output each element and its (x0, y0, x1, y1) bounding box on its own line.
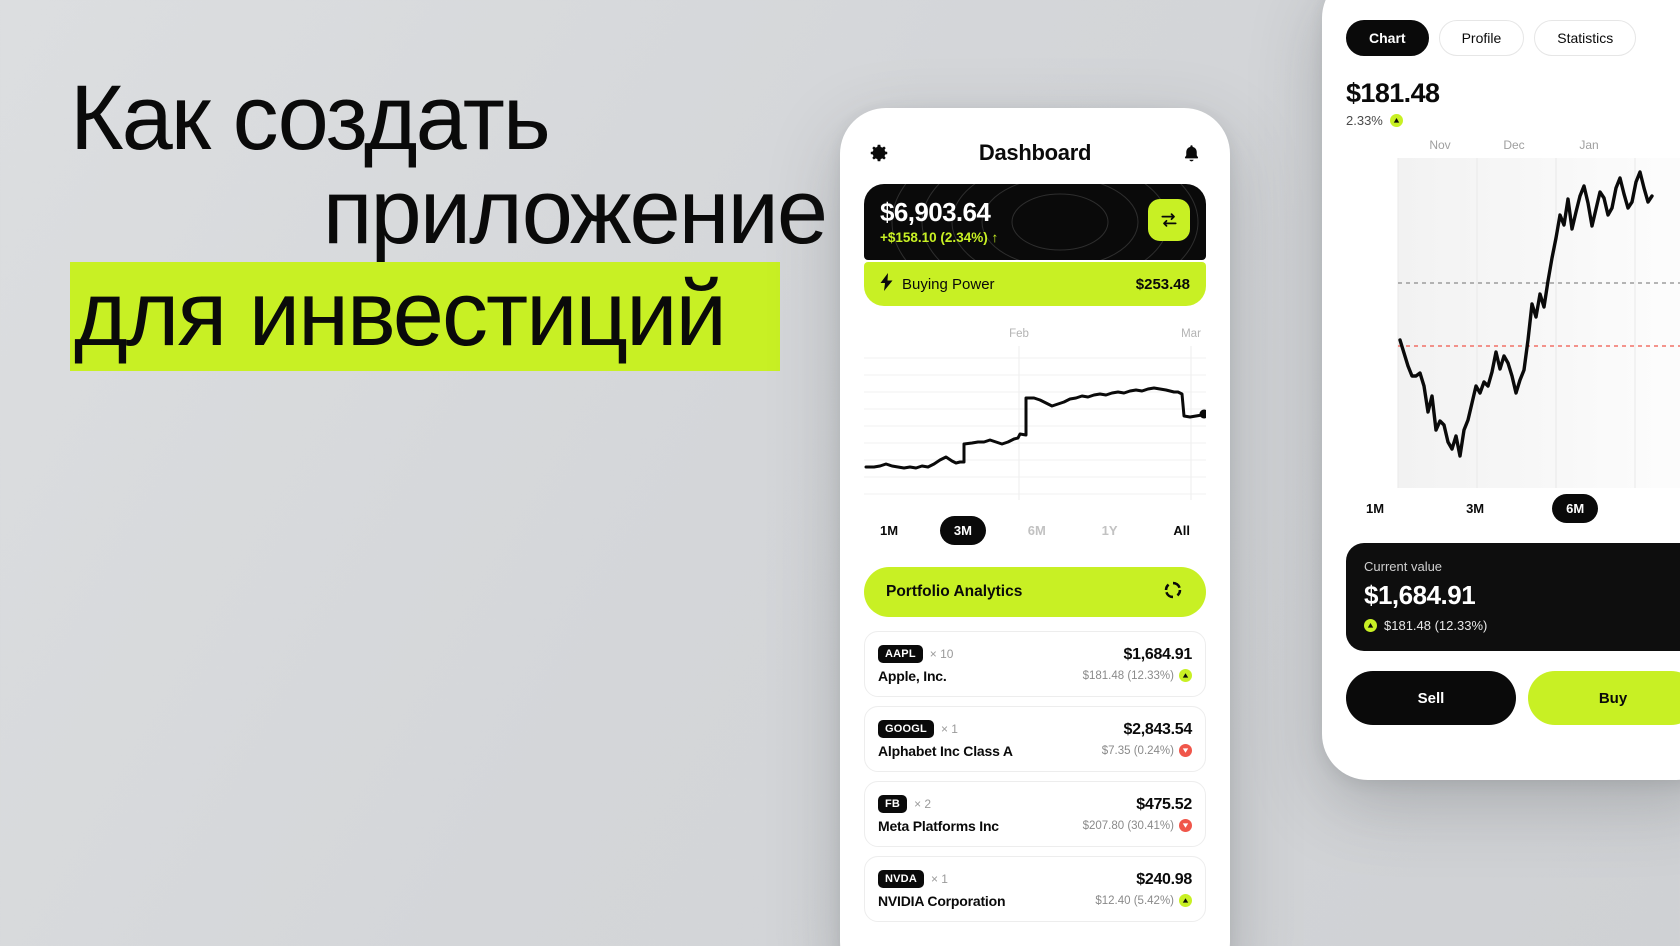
balance-card: $6,903.64 +$158.10 (2.34%) ↑ (864, 184, 1206, 260)
share-quantity: × 1 (940, 721, 958, 736)
range-3m[interactable]: 3M (1452, 494, 1498, 523)
trend-down-icon (1179, 744, 1192, 757)
holding-value: $240.98 (1136, 871, 1192, 888)
current-value-delta-text: $181.48 (12.33%) (1384, 618, 1488, 633)
sell-button[interactable]: Sell (1346, 671, 1516, 725)
gear-icon[interactable] (864, 138, 894, 168)
range-3m[interactable]: 3M (939, 516, 986, 545)
trend-up-icon (1179, 894, 1192, 907)
holding-value: $475.52 (1136, 796, 1192, 813)
detail-range-selector: 1M 3M 6M (1346, 494, 1680, 523)
lightning-icon (880, 272, 893, 296)
holding-delta-text: $207.80 (30.41%) (1082, 819, 1174, 832)
balance-amount: $6,903.64 (880, 197, 991, 227)
company-name: NVIDIA Corporation (878, 892, 1006, 909)
bell-icon[interactable] (1176, 138, 1206, 168)
holding-delta-text: $12.40 (5.42%) (1095, 894, 1174, 907)
holding-delta-text: $7.35 (0.24%) (1101, 744, 1174, 757)
ticker-badge: AAPL (878, 644, 923, 663)
headline-line-2: приложение (322, 160, 828, 263)
tab-statistics[interactable]: Statistics (1534, 20, 1637, 56)
detail-chart-month-labels: Nov Dec Jan (1322, 138, 1680, 154)
current-value-card: Current value $1,684.91 $181.48 (12.33%) (1346, 543, 1680, 651)
portfolio-chart: Feb Mar (864, 328, 1206, 500)
tab-chart[interactable]: Chart (1346, 20, 1429, 56)
buying-power-row[interactable]: Buying Power $253.48 (864, 262, 1206, 306)
trend-up-icon (1364, 619, 1377, 632)
dashboard-header: Dashboard (864, 108, 1206, 184)
detail-actions: Sell Buy (1346, 671, 1680, 725)
refresh-icon (1162, 579, 1184, 606)
trend-up-icon (1179, 669, 1192, 682)
trend-down-icon (1179, 819, 1192, 832)
detail-change-value: 2.33% (1346, 113, 1383, 128)
list-item[interactable]: NVDA × 1 NVIDIA Corporation $240.98 $12.… (864, 856, 1206, 922)
balance-change: +$158.10 (2.34%) ↑ (880, 230, 999, 245)
holding-delta: $181.48 (12.33%) (1083, 669, 1192, 682)
company-name: Alphabet Inc Class A (878, 742, 1013, 759)
holding-value: $1,684.91 (1123, 646, 1193, 663)
tab-profile[interactable]: Profile (1438, 20, 1525, 56)
detail-chart-svg (1397, 158, 1680, 488)
range-1m[interactable]: 1M (866, 516, 912, 545)
range-1m[interactable]: 1M (1352, 494, 1398, 523)
headline-line-1: Как создать (70, 67, 551, 169)
holdings-list: AAPL × 10 Apple, Inc. $1,684.91 $181.48 … (864, 631, 1206, 922)
holding-delta: $12.40 (5.42%) (1095, 894, 1192, 907)
range-selector: 1M 3M 6M 1Y All (864, 516, 1206, 545)
portfolio-chart-svg (864, 346, 1206, 500)
range-6m[interactable]: 6M (1552, 494, 1599, 523)
month-label-feb: Feb (1009, 328, 1029, 340)
list-item[interactable]: GOOGL × 1 Alphabet Inc Class A $2,843.54… (864, 706, 1206, 772)
headline-line-3-highlighted: для инвестиций (70, 261, 780, 372)
range-1y[interactable]: 1Y (1088, 516, 1132, 545)
share-quantity: × 2 (914, 796, 932, 811)
company-name: Meta Platforms Inc (878, 817, 999, 834)
current-value-delta: $181.48 (12.33%) (1364, 618, 1680, 633)
range-all[interactable]: All (1159, 516, 1204, 545)
trend-up-icon (1389, 114, 1403, 127)
holding-delta: $7.35 (0.24%) (1102, 744, 1192, 757)
swap-icon[interactable] (1148, 199, 1190, 241)
list-item[interactable]: AAPL × 10 Apple, Inc. $1,684.91 $181.48 … (864, 631, 1206, 697)
detail-chart: Nov Dec Jan (1322, 138, 1680, 488)
holding-value: $2,843.54 (1123, 721, 1193, 738)
share-quantity: × 1 (930, 871, 948, 886)
phone-mockup-dashboard: Dashboard $6,903.64 +$158.10 (2.34%) ↑ B… (840, 108, 1230, 946)
portfolio-analytics-label: Portfolio Analytics (886, 583, 1023, 600)
detail-change: 2.33% (1346, 113, 1680, 128)
ticker-badge: FB (878, 794, 908, 813)
ticker-badge: GOOGL (878, 719, 934, 738)
chart-month-labels: Feb Mar (864, 328, 1206, 344)
month-label-nov: Nov (1429, 138, 1451, 152)
month-label-jan: Jan (1579, 138, 1599, 152)
page-title: Dashboard (978, 140, 1092, 165)
buying-power-label: Buying Power (902, 275, 995, 293)
phone-mockup-stock-detail: Chart Profile Statistics $181.48 2.33% N… (1322, 0, 1680, 780)
share-quantity: × 10 (929, 646, 954, 661)
buying-power-value: $253.48 (1135, 275, 1190, 293)
current-value-amount: $1,684.91 (1364, 580, 1476, 610)
headline: Как создать приложение для инвестиций (70, 67, 830, 372)
holding-delta: $207.80 (30.41%) (1083, 819, 1192, 832)
buy-button[interactable]: Buy (1528, 671, 1680, 725)
list-item[interactable]: FB × 2 Meta Platforms Inc $475.52 $207.8… (864, 781, 1206, 847)
month-label-dec: Dec (1503, 138, 1525, 152)
detail-price: $181.48 (1346, 78, 1440, 108)
company-name: Apple, Inc. (878, 667, 947, 684)
month-label-mar: Mar (1181, 328, 1201, 340)
ticker-badge: NVDA (878, 869, 924, 888)
portfolio-analytics-button[interactable]: Portfolio Analytics (864, 567, 1206, 617)
current-value-label: Current value (1364, 559, 1443, 574)
range-6m[interactable]: 6M (1014, 516, 1060, 545)
detail-tabs: Chart Profile Statistics (1346, 0, 1680, 56)
holding-delta-text: $181.48 (12.33%) (1082, 669, 1174, 682)
